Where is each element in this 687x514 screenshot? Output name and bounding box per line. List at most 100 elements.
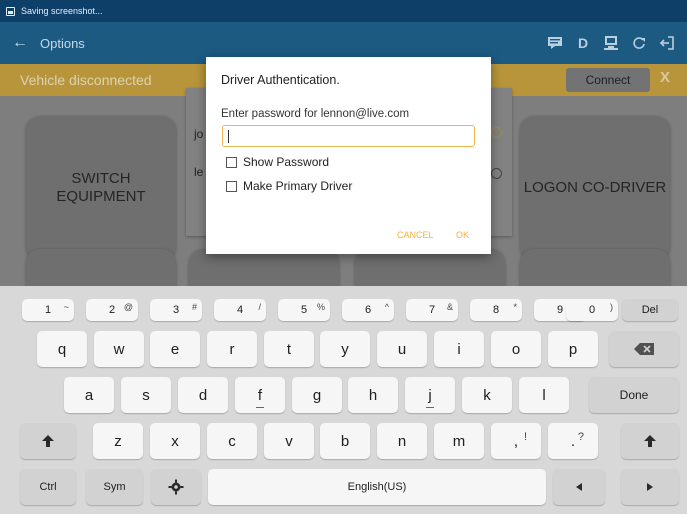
key-b[interactable]: b	[320, 423, 370, 459]
key-2[interactable]: 2 @	[86, 299, 138, 321]
key-label: j	[428, 386, 432, 404]
key-5[interactable]: 5%	[278, 299, 330, 321]
alert-message: Vehicle disconnected	[20, 72, 152, 88]
switch-equipment-tile[interactable]: SWITCH EQUIPMENT	[26, 116, 176, 260]
logout-icon[interactable]	[655, 31, 679, 55]
key-j[interactable]: j	[405, 377, 455, 413]
key-a[interactable]: a	[64, 377, 114, 413]
logon-codriver-tile[interactable]: LOGON CO-DRIVER	[520, 116, 670, 260]
key-8[interactable]: 8 *	[470, 299, 522, 321]
key-x[interactable]: x	[150, 423, 200, 459]
show-password-row[interactable]: Show Password	[226, 155, 329, 169]
key-f[interactable]: f	[235, 377, 285, 413]
key-label: 0	[588, 304, 596, 316]
key-label: 1	[44, 304, 52, 316]
driver-radio-2[interactable]	[491, 168, 502, 179]
key-c[interactable]: c	[207, 423, 257, 459]
key-6[interactable]: 6 ^	[342, 299, 394, 321]
ok-button[interactable]: OK	[456, 230, 469, 240]
home-row-marker	[256, 407, 264, 408]
key-1[interactable]: 1 ~	[22, 299, 74, 321]
key-y[interactable]: y	[320, 331, 370, 367]
key-n[interactable]: n	[377, 423, 427, 459]
key-o[interactable]: o	[491, 331, 541, 367]
cursor-left-key[interactable]	[553, 469, 605, 505]
key-g[interactable]: g	[292, 377, 342, 413]
cancel-button[interactable]: CANCEL	[397, 230, 434, 240]
password-field[interactable]	[222, 125, 475, 147]
key-alt: !	[523, 431, 527, 443]
key-s[interactable]: s	[121, 377, 171, 413]
shift-key-right[interactable]	[621, 423, 679, 459]
page-title: Options	[40, 35, 85, 51]
message-icon[interactable]	[543, 31, 567, 55]
password-input[interactable]	[223, 126, 474, 146]
key-alt: *	[513, 302, 517, 312]
screenshot-icon	[6, 6, 15, 16]
key-z[interactable]: z	[93, 423, 143, 459]
key-t[interactable]: t	[264, 331, 314, 367]
soft-keyboard: 1~ 2@ 3# 4/ 5% 6^ 7& 8* 9( 0) Del q w e …	[0, 286, 687, 514]
key-0[interactable]: 0)	[566, 299, 618, 321]
arrow-left-icon	[576, 483, 582, 491]
primary-driver-label: Make Primary Driver	[243, 179, 353, 193]
shift-key-left[interactable]	[20, 423, 76, 459]
key-v[interactable]: v	[264, 423, 314, 459]
key-alt: )	[610, 302, 613, 312]
key-7[interactable]: 7 &	[406, 299, 458, 321]
key-m[interactable]: m	[434, 423, 484, 459]
backspace-key[interactable]	[609, 331, 679, 367]
driver-authentication-dialog: Driver Authentication. Enter password fo…	[206, 57, 491, 254]
key-label: .	[570, 432, 576, 450]
duty-status-button[interactable]: D	[571, 31, 595, 55]
key-period[interactable]: .?	[548, 423, 598, 459]
dialog-title: Driver Authentication.	[221, 73, 340, 87]
ctrl-key[interactable]: Ctrl	[20, 469, 76, 505]
key-q[interactable]: q	[37, 331, 87, 367]
primary-driver-checkbox[interactable]	[226, 180, 237, 192]
key-label: ,	[513, 432, 519, 450]
text-caret	[228, 130, 229, 143]
cursor-right-key[interactable]	[621, 469, 679, 505]
connect-button[interactable]: Connect	[566, 68, 650, 92]
key-label: 7	[428, 304, 436, 316]
key-w[interactable]: w	[94, 331, 144, 367]
key-e[interactable]: e	[150, 331, 200, 367]
shift-icon	[644, 435, 656, 447]
driver-radio-1[interactable]	[491, 127, 502, 138]
app-bar-actions: D	[543, 31, 687, 55]
key-4[interactable]: 4/	[214, 299, 266, 321]
show-password-label: Show Password	[243, 155, 330, 169]
done-key[interactable]: Done	[589, 377, 679, 413]
key-alt: @	[123, 302, 133, 312]
key-d[interactable]: d	[178, 377, 228, 413]
key-u[interactable]: u	[377, 331, 427, 367]
sym-key[interactable]: Sym	[86, 469, 143, 505]
key-alt: /	[258, 302, 261, 312]
back-arrow-icon[interactable]: ←	[0, 34, 40, 52]
password-prompt: Enter password for lennon@live.com	[221, 108, 410, 120]
key-l[interactable]: l	[519, 377, 569, 413]
key-comma[interactable]: ,!	[491, 423, 541, 459]
primary-driver-row[interactable]: Make Primary Driver	[226, 179, 352, 193]
backspace-icon	[634, 343, 654, 355]
driver-item-1-label: jo	[194, 127, 204, 141]
key-p[interactable]: p	[548, 331, 598, 367]
key-alt: ^	[384, 302, 389, 312]
driver-item-2-label: le	[194, 165, 204, 179]
delete-key[interactable]: Del	[622, 299, 678, 321]
key-label: 5	[300, 304, 308, 316]
key-3[interactable]: 3 #	[150, 299, 202, 321]
refresh-icon[interactable]	[627, 31, 651, 55]
settings-key[interactable]	[151, 469, 201, 505]
space-bar[interactable]: English(US)	[208, 469, 546, 505]
key-k[interactable]: k	[462, 377, 512, 413]
eld-icon[interactable]	[599, 31, 623, 55]
show-password-checkbox[interactable]	[226, 156, 237, 168]
key-i[interactable]: i	[434, 331, 484, 367]
key-h[interactable]: h	[348, 377, 398, 413]
close-alert-button[interactable]: X	[660, 69, 670, 86]
shift-icon	[42, 435, 54, 447]
key-r[interactable]: r	[207, 331, 257, 367]
key-label: 3	[172, 304, 180, 316]
